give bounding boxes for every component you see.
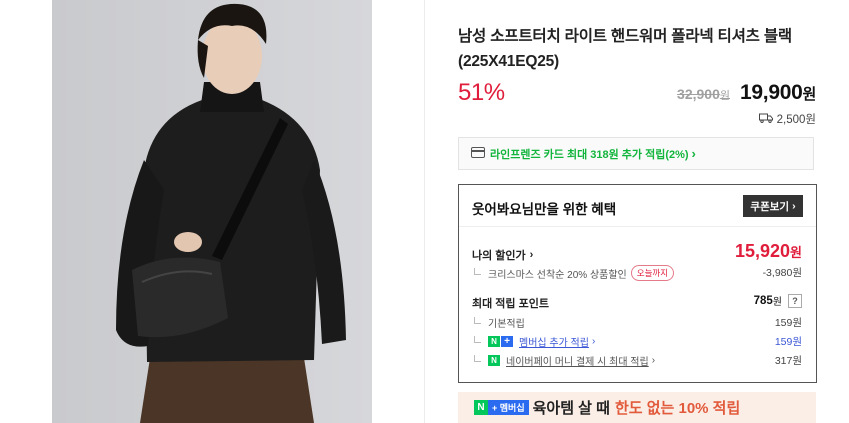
divider-line [424,0,425,423]
my-discount-link[interactable]: 나의 할인가 › [472,247,533,263]
naver-n-icon: N [488,336,500,347]
card-promo-bar[interactable]: 라인프렌즈 카드 최대 318원 추가 적립(2%) › [458,137,814,170]
coupon-view-label: 쿠폰보기 [750,200,790,213]
banner-highlight: 한도 없는 10% 적립 [614,400,741,417]
chevron-right-icon: › [591,336,596,347]
christmas-discount-label: 크리스마스 선착순 20% 상품할인 [488,269,627,281]
benefit-title: 웃어봐요님만을 위한 혜택 [472,202,617,217]
original-price-currency: 원 [719,90,730,102]
chevron-right-icon: › [792,200,796,212]
product-title: 남성 소프트터치 라이트 핸드워머 폴라넥 티셔츠 블랙 (225X41EQ25… [458,28,792,70]
chevron-right-icon: › [691,146,696,161]
membership-promo-banner[interactable]: N + 멤버십 육아템 살 때 한도 없는 10% 적립 [458,392,816,423]
discount-rate: 51% [458,79,505,106]
membership-badge: + 멤버십 [488,400,529,415]
card-promo-text: 라인프렌즈 카드 최대 318원 추가 적립(2%) [490,148,689,161]
chevron-right-icon: › [651,355,656,366]
base-points-value: 159원 [774,317,802,329]
my-discount-label: 나의 할인가 [472,250,526,262]
naverpay-icon: N [488,355,500,366]
plus-membership-icon: + [501,336,513,347]
card-icon [471,145,485,163]
tree-branch-icon [474,336,481,343]
naverpay-points-label: 네이버페이 머니 결제 시 최대 적립 [506,357,649,368]
my-discount-price: 15,920원 [735,241,802,262]
banner-text: 육아템 살 때 [532,400,610,417]
tree-branch-icon [474,355,481,362]
naverpay-points-value: 317원 [774,355,802,367]
shipping-fee: 2,500원 [758,111,816,127]
sale-price-value: 19,900 [740,81,803,104]
base-points-row: 기본적립 [474,315,525,330]
tree-branch-icon [474,267,481,275]
benefit-divider [459,226,816,227]
benefit-box: 웃어봐요님만을 위한 혜택 쿠폰보기 › 나의 할인가 › 15,920원 크리스마… [458,184,817,383]
truck-icon [758,113,773,126]
product-photo-illustration [52,0,372,423]
christmas-discount-value: -3,980원 [762,267,802,279]
naver-n-icon: N [474,400,488,415]
base-points-label: 기본적립 [488,319,525,330]
original-price: 32,900원 [677,86,730,103]
sale-price: 19,900원 [740,81,816,105]
membership-points-link[interactable]: 멤버십 추가 적립 [519,334,589,349]
max-points-value: 785 [753,294,773,307]
coupon-view-button[interactable]: 쿠폰보기 › [743,195,803,217]
my-discount-price-value: 15,920 [734,241,791,261]
membership-points-row[interactable]: N + 멤버십 추가 적립 › [474,334,595,349]
product-image[interactable] [52,0,372,423]
membership-points-value: 159원 [774,336,802,348]
original-price-value: 32,900 [677,86,720,102]
help-icon[interactable]: ? [788,293,802,308]
my-discount-price-currency: 원 [790,245,802,260]
naverpay-points-row[interactable]: N 네이버페이 머니 결제 시 최대 적립 › [474,353,655,368]
max-points-currency: 원 [772,297,782,308]
chevron-right-icon: › [529,249,534,261]
shipping-fee-value: 2,500원 [776,114,816,126]
christmas-discount-row: 크리스마스 선착순 20% 상품할인 오늘까지 [474,265,675,281]
today-only-badge: 오늘까지 [630,265,675,281]
max-points-total: 785 원 ? [754,293,802,308]
tree-branch-icon [474,317,481,324]
sale-price-currency: 원 [802,86,816,103]
max-points-label: 최대 적립 포인트 [472,298,549,310]
